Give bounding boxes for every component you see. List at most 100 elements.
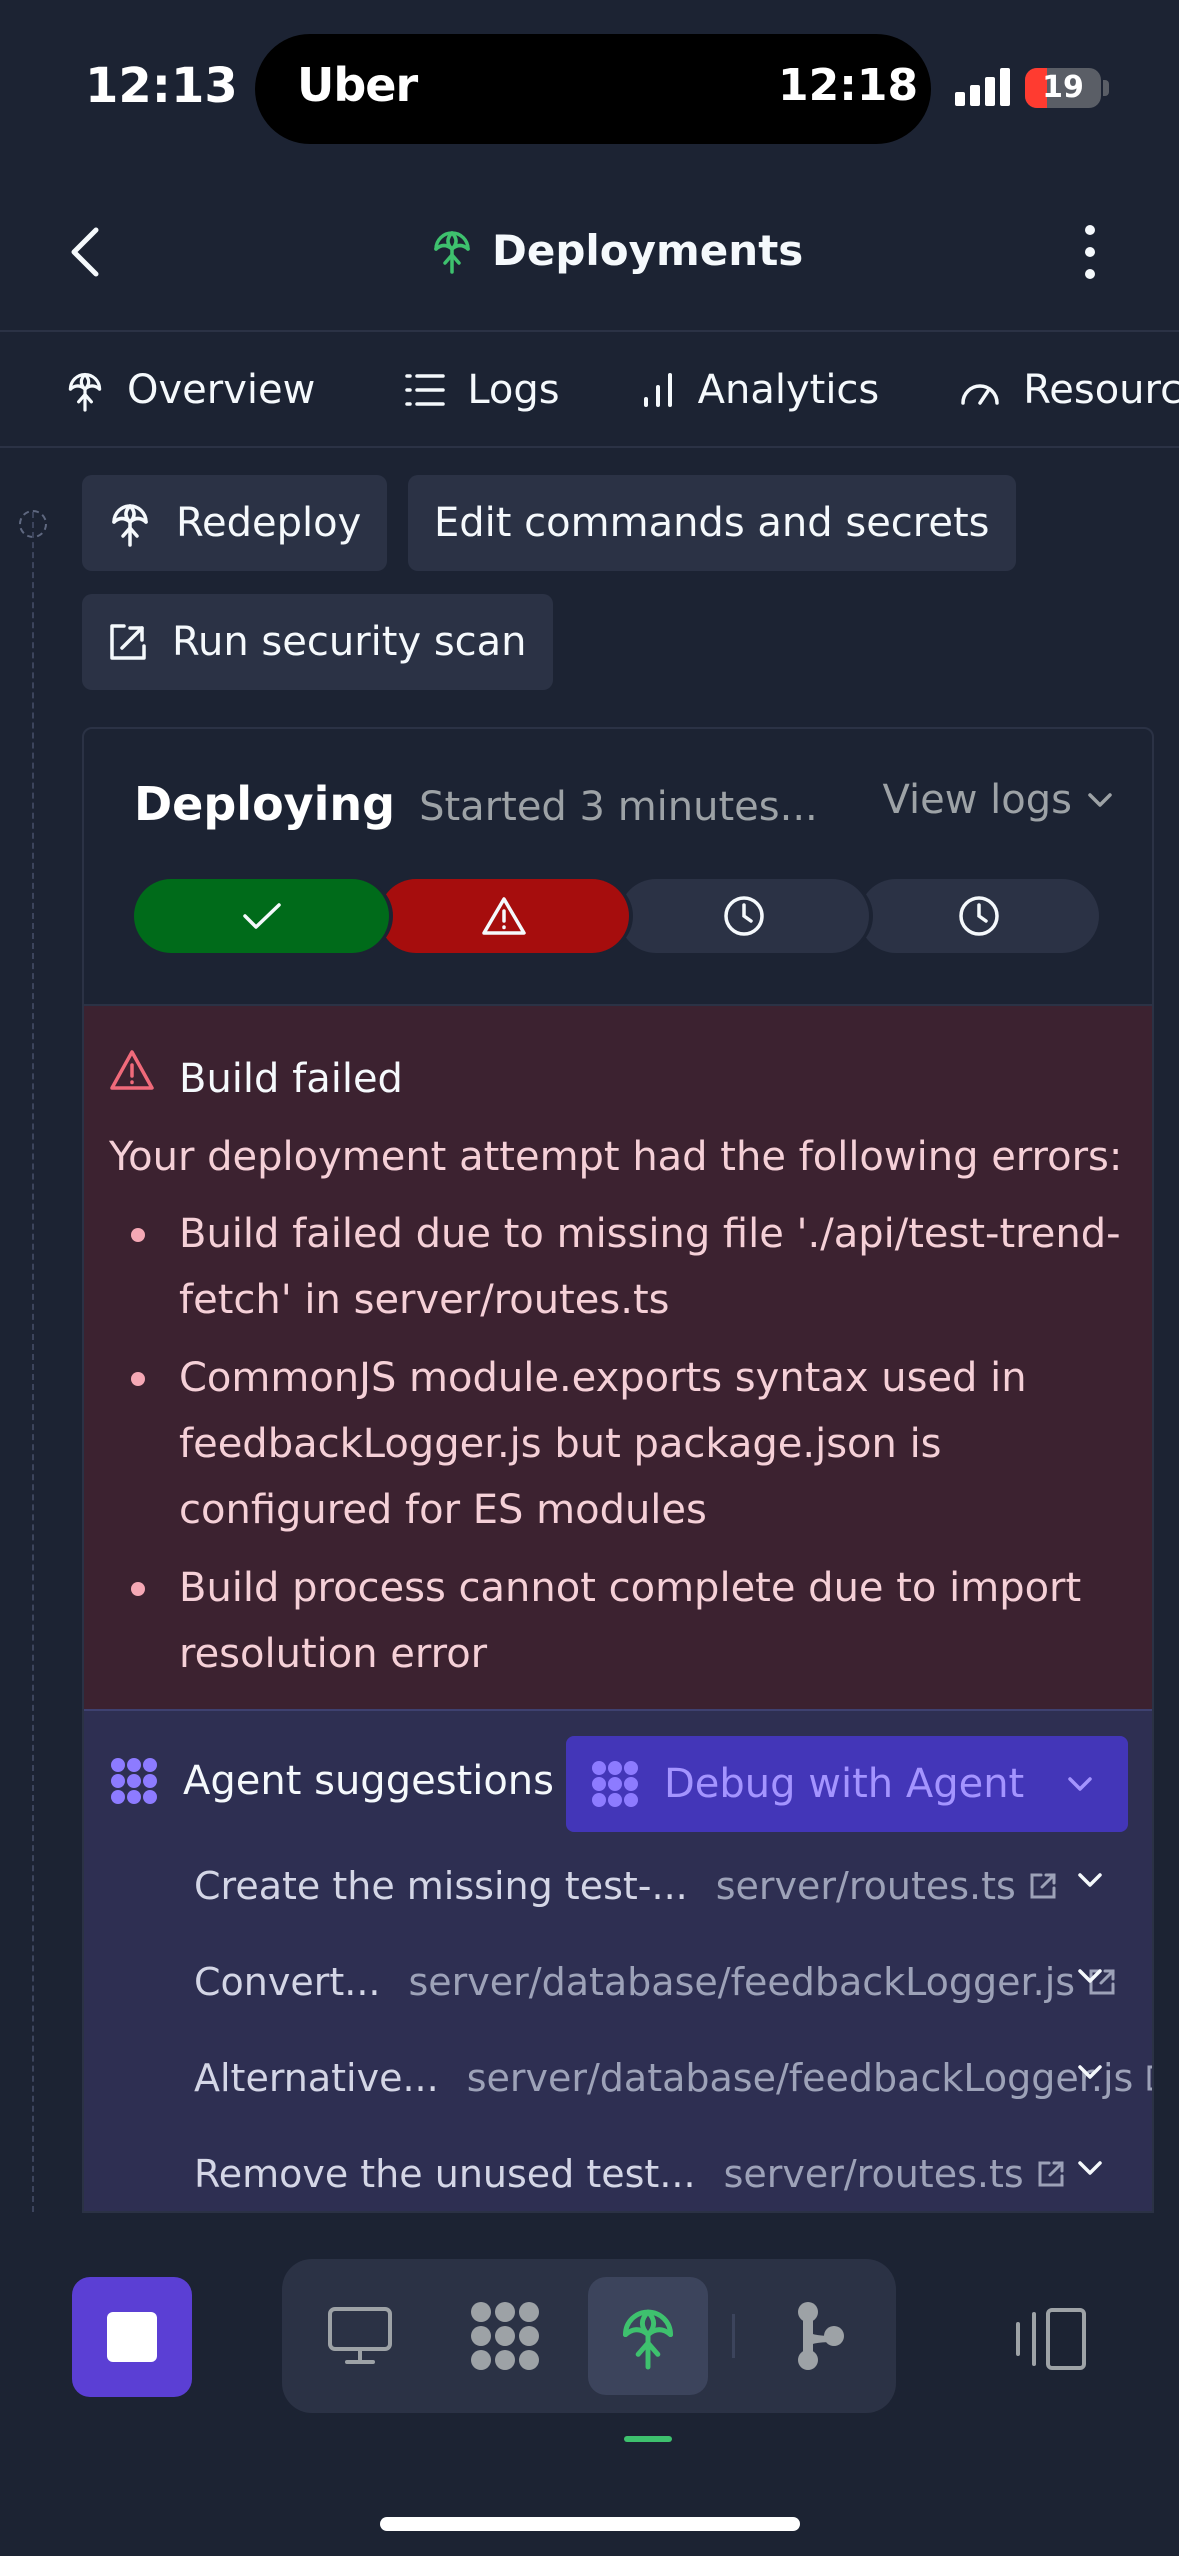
tab-overview[interactable]: Overview — [0, 332, 356, 448]
panel-toggle-icon[interactable] — [1010, 2304, 1090, 2374]
debug-with-agent-button[interactable]: Debug with Agent — [566, 1736, 1128, 1832]
security-scan-label: Run security scan — [172, 619, 527, 665]
dock-agent-button[interactable] — [445, 2277, 565, 2395]
suggestion-item[interactable]: Remove the unused test... server/routes.… — [194, 2144, 1134, 2204]
chevron-down-icon[interactable] — [1076, 2158, 1104, 2178]
tab-logs[interactable]: Logs — [355, 332, 599, 448]
dock-deployments-button[interactable] — [588, 2277, 708, 2395]
tab-label: Analytics — [697, 367, 880, 413]
suggestion-file: server/database/feedbackLogger.js — [466, 2056, 1134, 2100]
clock-icon — [959, 896, 999, 936]
tab-label: Overview — [127, 367, 316, 413]
view-logs-label: View logs — [882, 777, 1072, 823]
debug-with-agent-label: Debug with Agent — [664, 1761, 1025, 1807]
suggestion-file: server/routes.ts — [715, 1864, 1016, 1908]
deployment-progress — [134, 879, 1099, 953]
suggestion-title: Create the missing test-... — [194, 1864, 688, 1908]
status-time: 12:13 — [85, 58, 238, 114]
active-tab-indicator — [624, 2436, 672, 2442]
suggestion-file-link[interactable]: server/routes.ts — [724, 2152, 1066, 2196]
git-icon — [798, 2302, 844, 2370]
redeploy-label: Redeploy — [176, 500, 362, 546]
error-item: Build failed due to missing file './api/… — [109, 1201, 1129, 1333]
page-title: Deployments — [492, 225, 804, 275]
security-scan-button[interactable]: Run security scan — [82, 594, 553, 690]
suggestion-file: server/database/feedbackLogger.js — [408, 1960, 1076, 2004]
progress-step-error — [379, 879, 629, 953]
agent-suggestions-header: Agent suggestions — [109, 1756, 554, 1806]
stop-icon — [107, 2312, 157, 2362]
external-link-icon — [1030, 1873, 1056, 1899]
chevron-down-icon[interactable] — [1076, 2062, 1104, 2082]
home-indicator[interactable] — [380, 2517, 800, 2531]
tab-label: Logs — [467, 367, 560, 413]
timeline-line — [32, 512, 34, 2212]
tab-bar: Overview Logs Analytics Resources — [0, 332, 1179, 448]
suggestion-item[interactable]: Convert... server/database/feedbackLogge… — [194, 1952, 1134, 2012]
suggestion-file: server/routes.ts — [723, 2152, 1024, 2196]
deployment-card: Deploying Started 3 minutes... View logs — [82, 727, 1154, 2213]
error-panel: Build failed Your deployment attempt had… — [84, 1004, 1152, 1709]
edit-commands-button[interactable]: Edit commands and secrets — [408, 475, 1016, 571]
edit-commands-label: Edit commands and secrets — [434, 500, 990, 546]
agent-icon — [111, 1758, 157, 1804]
suggestion-file-link[interactable]: server/database/feedbackLogger.js — [466, 2056, 1152, 2100]
suggestion-title: Convert... — [194, 1960, 381, 2004]
island-time: 12:18 — [778, 60, 919, 111]
suggestion-item[interactable]: Create the missing test-... server/route… — [194, 1856, 1134, 1916]
warning-icon — [110, 1050, 154, 1090]
dock-git-button[interactable] — [760, 2277, 880, 2395]
suggestion-file-link[interactable]: server/database/feedbackLogger.js — [409, 1960, 1118, 2004]
bar-chart-icon — [643, 373, 672, 407]
deploy-icon — [434, 231, 470, 274]
error-title: Build failed — [179, 1056, 403, 1102]
error-item: Build process cannot complete due to imp… — [109, 1555, 1129, 1687]
chevron-down-icon[interactable] — [1076, 1966, 1104, 1986]
agent-icon — [471, 2302, 539, 2370]
agent-icon — [592, 1761, 638, 1807]
chevron-down-icon[interactable] — [1076, 1870, 1104, 1890]
battery-level: 19 — [1042, 70, 1084, 105]
deployment-status: Deploying — [134, 777, 396, 831]
view-logs-button[interactable]: View logs — [883, 777, 1114, 823]
warning-icon — [482, 897, 526, 935]
error-list: Build failed due to missing file './api/… — [109, 1201, 1129, 1699]
scan-icon — [110, 624, 146, 660]
external-link-icon — [1038, 2161, 1064, 2187]
battery-icon: 19 — [1025, 68, 1101, 108]
deploy-icon — [112, 504, 148, 547]
redeploy-button[interactable]: Redeploy — [82, 475, 388, 571]
deploy-icon — [68, 372, 102, 412]
preview-icon — [328, 2307, 392, 2364]
progress-step-pending — [619, 879, 869, 953]
progress-step-success — [134, 879, 389, 953]
battery-cap — [1103, 80, 1109, 96]
error-intro: Your deployment attempt had the followin… — [109, 1134, 1123, 1180]
suggestion-title: Alternative... — [194, 2056, 439, 2100]
deployment-header: Deploying Started 3 minutes... View logs — [134, 777, 1114, 831]
suggestion-item[interactable]: Alternative... server/database/feedbackL… — [194, 2048, 1152, 2108]
external-link-icon — [1147, 2065, 1152, 2091]
dock-preview-button[interactable] — [300, 2277, 420, 2395]
back-icon[interactable] — [60, 222, 110, 282]
agent-suggestions-panel: Agent suggestions Debug with Agent Creat… — [84, 1709, 1152, 2211]
content-bottom-edge — [0, 2213, 1179, 2215]
bottom-dock — [282, 2259, 896, 2413]
more-options-icon[interactable] — [1070, 222, 1110, 282]
signal-icon — [955, 68, 1011, 106]
tab-analytics[interactable]: Analytics — [600, 332, 920, 448]
stop-button[interactable] — [72, 2277, 192, 2397]
chevron-down-icon[interactable] — [1066, 1774, 1094, 1794]
list-icon — [405, 374, 446, 406]
tab-resources[interactable]: Resources — [919, 332, 1179, 448]
tab-label: Resources — [1023, 367, 1179, 413]
error-item: CommonJS module.exports syntax used in f… — [109, 1345, 1129, 1543]
progress-step-pending — [859, 879, 1099, 953]
island-app-name: Uber — [297, 58, 418, 112]
suggestion-file-link[interactable]: server/routes.ts — [716, 1864, 1058, 1908]
agent-suggestions-label: Agent suggestions — [183, 1758, 554, 1804]
chevron-down-icon — [1088, 793, 1112, 807]
header-title-group: Deployments — [430, 225, 803, 275]
tabs-divider — [0, 446, 1179, 448]
deploy-icon — [622, 2309, 674, 2370]
